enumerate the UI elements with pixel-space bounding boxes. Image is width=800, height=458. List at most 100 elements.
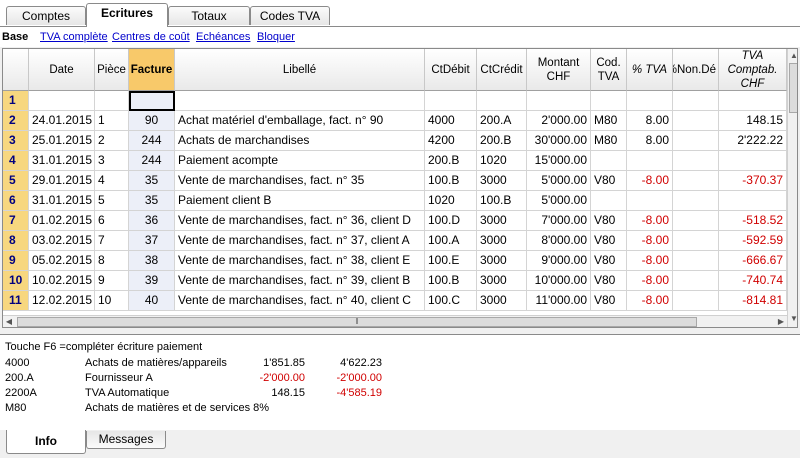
cell-facture[interactable]: 40 <box>129 291 175 311</box>
cell-non-deductible[interactable] <box>673 291 719 311</box>
cell-ctcredit[interactable]: 3000 <box>477 291 527 311</box>
cell-ctdebit[interactable]: 4200 <box>425 131 477 151</box>
cell-non-deductible[interactable] <box>673 191 719 211</box>
cell-pct-tva[interactable]: -8.00 <box>627 171 673 191</box>
column-header-date[interactable]: Date <box>29 49 95 91</box>
cell-date[interactable]: 25.01.2015 <box>29 131 95 151</box>
cell-ctdebit[interactable]: 100.B <box>425 271 477 291</box>
cell-ctcredit[interactable]: 3000 <box>477 211 527 231</box>
cell-codtva[interactable] <box>591 151 627 171</box>
table-row[interactable]: 11 12.02.2015 10 40 Vente de marchandises, f… <box>3 291 793 311</box>
cell-codtva[interactable]: V80 <box>591 271 627 291</box>
cell-ctdebit[interactable]: 100.B <box>425 171 477 191</box>
table-row[interactable]: 2 24.01.2015 1 90 Achat matériel d'emballage… <box>3 111 793 131</box>
cell-pct-tva[interactable] <box>627 91 673 111</box>
cell-piece[interactable]: 2 <box>95 131 129 151</box>
cell-date[interactable]: 10.02.2015 <box>29 271 95 291</box>
table-row[interactable]: 5 29.01.2015 4 35 Vente de marchandises, fac… <box>3 171 793 191</box>
cell-tva-comptab[interactable] <box>719 151 787 171</box>
cell-date[interactable]: 01.02.2015 <box>29 211 95 231</box>
cell-facture[interactable]: 37 <box>129 231 175 251</box>
cell-ctdebit[interactable]: 1020 <box>425 191 477 211</box>
cell-codtva[interactable]: V80 <box>591 211 627 231</box>
cell-ctcredit[interactable]: 100.B <box>477 191 527 211</box>
table-row[interactable]: 9 05.02.2015 8 38 Vente de marchandises, fac… <box>3 251 793 271</box>
cell-facture[interactable]: 244 <box>129 151 175 171</box>
column-header-montant[interactable]: Montant CHF <box>527 49 591 91</box>
cell-montant[interactable]: 2'000.00 <box>527 111 591 131</box>
cell-montant[interactable]: 5'000.00 <box>527 191 591 211</box>
tab-totaux[interactable]: Totaux <box>168 6 250 25</box>
view-centres-de-cout[interactable]: Centres de coût <box>112 31 190 43</box>
cell-non-deductible[interactable] <box>673 211 719 231</box>
cell-montant[interactable] <box>527 91 591 111</box>
cell-non-deductible[interactable] <box>673 91 719 111</box>
horizontal-scrollbar[interactable]: ◀ ‖ ▶ <box>3 315 787 327</box>
cell-codtva[interactable] <box>591 91 627 111</box>
cell-tva-comptab[interactable]: 148.15 <box>719 111 787 131</box>
table-row[interactable]: 7 01.02.2015 6 36 Vente de marchandises, fac… <box>3 211 793 231</box>
cell-non-deductible[interactable] <box>673 131 719 151</box>
table-row[interactable]: 3 25.01.2015 2 244 Achats de marchandises 420… <box>3 131 793 151</box>
cell-pct-tva[interactable]: 8.00 <box>627 131 673 151</box>
cell-tva-comptab[interactable]: -370.37 <box>719 171 787 191</box>
cell-pct-tva[interactable] <box>627 191 673 211</box>
cell-montant[interactable]: 15'000.00 <box>527 151 591 171</box>
cell-piece[interactable]: 1 <box>95 111 129 131</box>
cell-facture[interactable]: 244 <box>129 131 175 151</box>
cell-facture[interactable]: 90 <box>129 111 175 131</box>
vertical-scroll-thumb[interactable] <box>789 63 797 113</box>
cell-ctcredit[interactable] <box>477 91 527 111</box>
tab-info[interactable]: Info <box>6 430 86 454</box>
column-header-libelle[interactable]: Libellé <box>175 49 425 91</box>
cell-libelle[interactable]: Vente de marchandises, fact. n° 39, clie… <box>175 271 425 291</box>
cell-codtva[interactable]: V80 <box>591 231 627 251</box>
cell-ctcredit[interactable]: 1020 <box>477 151 527 171</box>
cell-libelle[interactable]: Vente de marchandises, fact. n° 40, clie… <box>175 291 425 311</box>
column-header-pct-tva[interactable]: % TVA <box>627 49 673 91</box>
table-row[interactable]: 6 31.01.2015 5 35 Paiement client B 1020 100.B… <box>3 191 793 211</box>
table-row[interactable]: 10 10.02.2015 9 39 Vente de marchandises, fa… <box>3 271 793 291</box>
cell-montant[interactable]: 7'000.00 <box>527 211 591 231</box>
cell-ctdebit[interactable]: 200.B <box>425 151 477 171</box>
cell-piece[interactable]: 10 <box>95 291 129 311</box>
cell-codtva[interactable]: V80 <box>591 291 627 311</box>
cell-libelle[interactable]: Vente de marchandises, fact. n° 36, clie… <box>175 211 425 231</box>
cell-tva-comptab[interactable] <box>719 91 787 111</box>
cell-tva-comptab[interactable] <box>719 191 787 211</box>
cell-piece[interactable]: 5 <box>95 191 129 211</box>
cell-ctcredit[interactable]: 3000 <box>477 251 527 271</box>
cell-ctdebit[interactable]: 100.C <box>425 291 477 311</box>
cell-ctdebit[interactable]: 4000 <box>425 111 477 131</box>
cell-libelle[interactable]: Achat matériel d'emballage, fact. n° 90 <box>175 111 425 131</box>
cell-ctcredit[interactable]: 3000 <box>477 271 527 291</box>
column-header-facture[interactable]: Facture <box>129 49 175 91</box>
cell-montant[interactable]: 10'000.00 <box>527 271 591 291</box>
cell-date[interactable]: 31.01.2015 <box>29 151 95 171</box>
cell-ctdebit[interactable] <box>425 91 477 111</box>
view-tva-complete[interactable]: TVA complète <box>40 31 108 43</box>
table-row[interactable]: 8 03.02.2015 7 37 Vente de marchandises, fac… <box>3 231 793 251</box>
cell-tva-comptab[interactable]: -592.59 <box>719 231 787 251</box>
cell-libelle[interactable]: Vente de marchandises, fact. n° 37, clie… <box>175 231 425 251</box>
column-header-piece[interactable]: Pièce <box>95 49 129 91</box>
scroll-down-icon[interactable]: ▼ <box>789 313 797 325</box>
cell-facture[interactable]: 36 <box>129 211 175 231</box>
horizontal-scroll-thumb[interactable]: ‖ <box>17 317 697 327</box>
cell-non-deductible[interactable] <box>673 171 719 191</box>
cell-pct-tva[interactable]: -8.00 <box>627 251 673 271</box>
column-header-ctcredit[interactable]: CtCrédit <box>477 49 527 91</box>
cell-date[interactable]: 31.01.2015 <box>29 191 95 211</box>
cell-libelle[interactable]: Vente de marchandises, fact. n° 35 <box>175 171 425 191</box>
cell-ctdebit[interactable]: 100.E <box>425 251 477 271</box>
cell-ctcredit[interactable]: 200.A <box>477 111 527 131</box>
tab-ecritures[interactable]: Ecritures <box>86 3 168 27</box>
cell-montant[interactable]: 30'000.00 <box>527 131 591 151</box>
table-row[interactable]: 1 <box>3 91 793 111</box>
cell-codtva[interactable]: V80 <box>591 171 627 191</box>
cell-pct-tva[interactable]: -8.00 <box>627 271 673 291</box>
cell-montant[interactable]: 8'000.00 <box>527 231 591 251</box>
cell-piece[interactable]: 8 <box>95 251 129 271</box>
cell-piece[interactable]: 4 <box>95 171 129 191</box>
cell-tva-comptab[interactable]: -814.81 <box>719 291 787 311</box>
